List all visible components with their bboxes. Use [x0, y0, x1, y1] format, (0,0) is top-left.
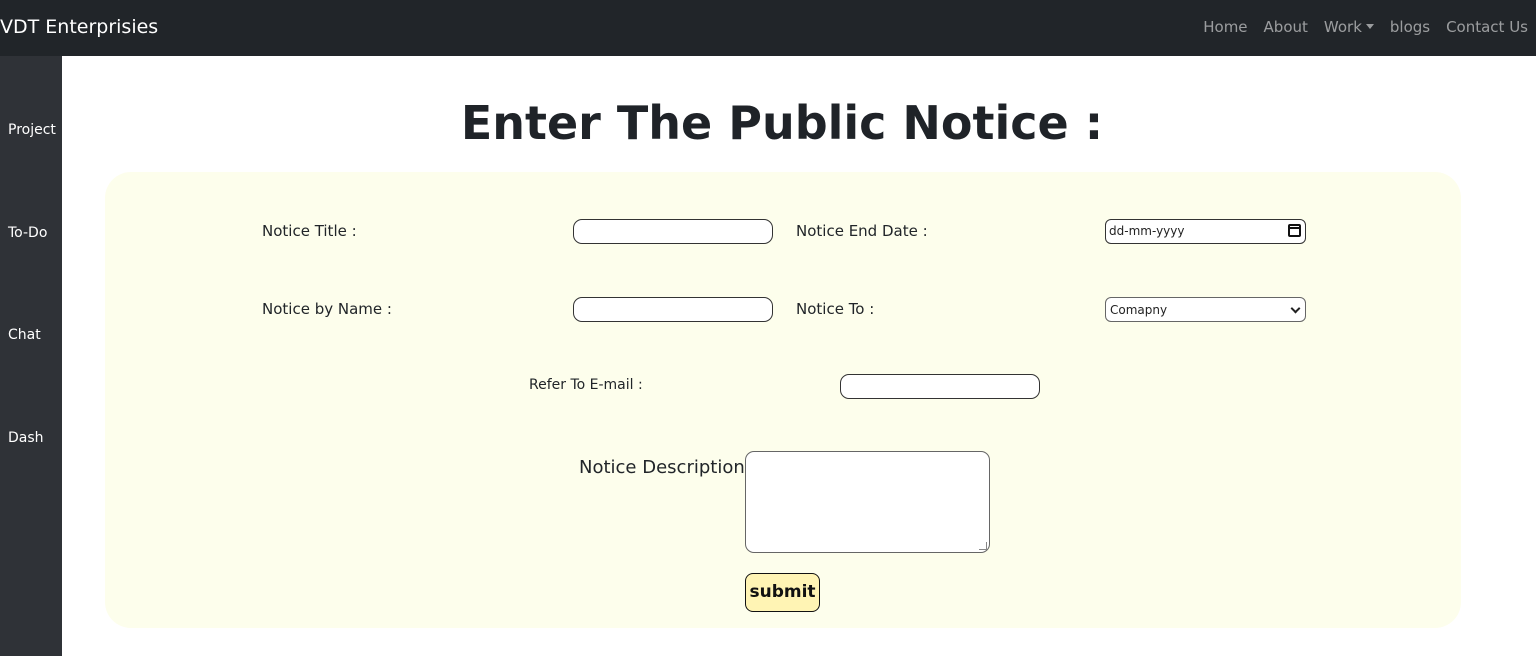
sidebar-item-dash[interactable]: Dash [8, 430, 44, 446]
page-title: Enter The Public Notice : [460, 96, 1104, 150]
notice-end-date-label: Notice End Date : [796, 222, 928, 240]
sidebar-item-chat[interactable]: Chat [8, 327, 41, 343]
nav-work-dropdown[interactable]: Work [1324, 18, 1374, 36]
notice-to-select[interactable]: Comapny [1105, 297, 1306, 322]
nav-work-label: Work [1323, 18, 1362, 36]
resize-handle-icon[interactable] [979, 542, 987, 550]
chevron-down-icon [1290, 303, 1301, 314]
refer-email-label: Refer To E-mail : [529, 377, 643, 393]
nav-links: Home About Work blogs Contact Us [1203, 18, 1528, 36]
sidebar: Project To-Do Chat Dash [0, 56, 62, 656]
nav-about-link[interactable]: About [1264, 18, 1308, 36]
notice-description-textarea[interactable] [745, 451, 990, 553]
refer-email-input[interactable] [840, 374, 1040, 399]
brand-logo[interactable]: VDT Enterprisies [0, 16, 158, 38]
submit-button[interactable]: submit [745, 573, 820, 612]
date-placeholder: dd-mm-yyyy [1109, 224, 1185, 238]
notice-description-label: Notice Description : [579, 457, 757, 478]
nav-home-link[interactable]: Home [1203, 18, 1247, 36]
notice-by-name-input[interactable] [573, 297, 773, 322]
sidebar-item-todo[interactable]: To-Do [8, 225, 47, 241]
nav-blogs-link[interactable]: blogs [1390, 18, 1430, 36]
notice-title-label: Notice Title : [262, 222, 357, 240]
notice-to-selected-value: Comapny [1110, 303, 1168, 317]
notice-by-name-label: Notice by Name : [262, 300, 392, 318]
top-navbar: VDT Enterprisies Home About Work blogs C… [0, 0, 1536, 56]
nav-contact-link[interactable]: Contact Us [1446, 18, 1528, 36]
sidebar-item-project[interactable]: Project [8, 122, 56, 138]
caret-down-icon [1365, 24, 1374, 29]
calendar-icon[interactable] [1288, 224, 1301, 237]
notice-to-label: Notice To : [796, 300, 875, 318]
notice-title-input[interactable] [573, 219, 773, 244]
notice-end-date-input[interactable]: dd-mm-yyyy [1105, 219, 1306, 244]
